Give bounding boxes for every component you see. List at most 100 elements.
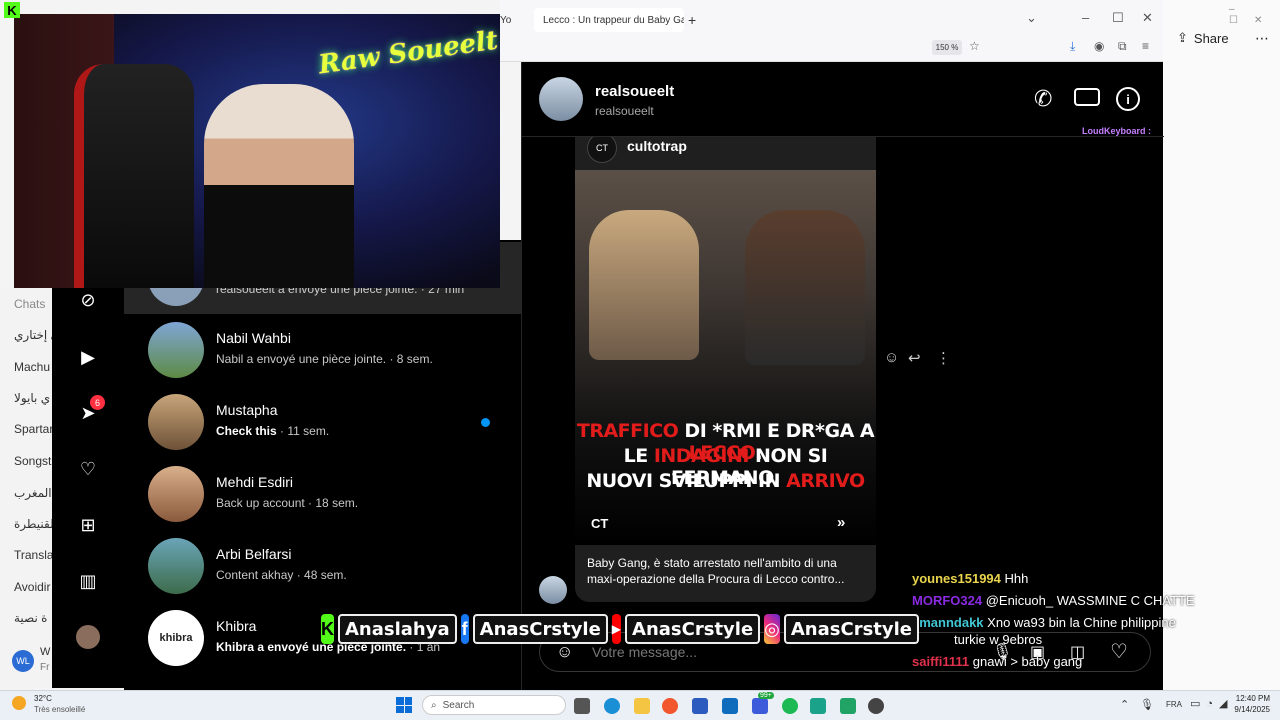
messenger-icon[interactable]: ➤ 6 <box>76 395 105 425</box>
webcam-overlay: Raw Soueelt <box>14 14 500 288</box>
app-icon[interactable]: 99+ <box>752 692 774 714</box>
left-extra-label: W <box>40 646 51 658</box>
new-tab-icon[interactable]: + <box>688 8 696 32</box>
react-emoji-icon[interactable]: ☺ <box>884 349 899 366</box>
like-heart-icon[interactable]: ♡ <box>1110 639 1128 664</box>
conversation-name[interactable]: realsoueelt <box>595 83 674 100</box>
window-controls[interactable]: –☐✕ <box>1229 4 1280 26</box>
weather-temp[interactable]: 32°C <box>34 694 52 703</box>
left-chat-item[interactable]: Spartar <box>14 422 53 436</box>
file-explorer-icon[interactable] <box>634 698 650 714</box>
chat-name: Nabil Wahbi <box>216 330 291 346</box>
post-author[interactable]: cultotrap <box>627 138 687 154</box>
video-call-icon[interactable] <box>1074 88 1100 106</box>
post-headline-line: NUOVI SVILUPPI IN ARRIVO <box>586 470 865 492</box>
next-arrow-icon[interactable]: » <box>837 514 845 531</box>
left-chat-item[interactable]: Avoidir <box>14 580 50 594</box>
weather-sun-icon[interactable] <box>12 696 26 710</box>
maximize-icon[interactable]: ☐ <box>1112 10 1124 26</box>
bookmark-star-icon[interactable]: ☆ <box>969 39 980 53</box>
task-view-icon[interactable] <box>574 698 590 714</box>
close-window-icon[interactable]: ✕ <box>1142 10 1153 26</box>
app-icon[interactable] <box>810 698 826 714</box>
streamer <box>204 84 354 288</box>
chats-header: Chats <box>14 297 46 311</box>
reels-icon[interactable]: ▶ <box>76 345 100 369</box>
browser-tab[interactable]: Yo <box>500 8 520 32</box>
download-icon[interactable]: ⤓ <box>1070 39 1075 54</box>
dashboard-icon[interactable]: ▥ <box>76 569 100 593</box>
post-image[interactable]: TRAFFICO DI *RMI E DR*GA A LECCO: LE IND… <box>575 170 876 545</box>
windows-start-icon[interactable] <box>396 697 412 713</box>
extensions-icon[interactable]: ⧉ <box>1118 39 1127 54</box>
language-indicator[interactable]: FRA <box>1166 700 1182 709</box>
firefox-icon[interactable] <box>662 698 678 714</box>
person-image <box>745 210 865 365</box>
weather-desc[interactable]: Très ensoleillé <box>34 705 85 714</box>
explore-icon[interactable]: ⊘ <box>76 288 100 312</box>
chat-name: Mehdi Esdiri <box>216 474 294 490</box>
profile-avatar[interactable] <box>76 625 100 649</box>
menu-icon[interactable]: ≡ <box>1142 39 1149 53</box>
chat-name: Mustapha <box>216 402 278 418</box>
avatar <box>148 538 204 594</box>
chat-preview-time: · 11 sem. <box>276 424 330 438</box>
chat-text: gnawi > baby gang <box>972 654 1083 669</box>
sender-avatar <box>539 576 567 604</box>
left-chat-item[interactable]: ي بايولا <box>14 391 50 405</box>
facebook-handle: AnasCrstyle <box>472 614 608 644</box>
left-chat-item[interactable]: Translat <box>14 548 57 562</box>
mic-tray-icon[interactable]: 🎙 <box>1140 698 1154 711</box>
left-chat-item[interactable]: لقنيطرة <box>14 517 54 531</box>
chat-text: turkie w 9ebros <box>954 632 1043 647</box>
facebook-icon: f <box>460 614 469 644</box>
chatgpt-icon[interactable] <box>868 698 884 714</box>
clock-time[interactable]: 12:40 PM <box>1226 694 1270 703</box>
chat-row[interactable]: Mehdi Esdiri Back up account · 18 sem. <box>124 458 521 530</box>
outlook-icon[interactable] <box>722 698 738 714</box>
avatar[interactable] <box>539 77 583 121</box>
share-label: Share <box>1193 30 1229 46</box>
left-chat-item[interactable]: Songst <box>14 454 51 468</box>
tray-chevron-icon[interactable]: ⌃ <box>1120 698 1129 711</box>
heart-icon[interactable]: ♡ <box>76 457 100 481</box>
chat-user: ymanndakk <box>912 615 984 630</box>
message-placeholder: Votre message... <box>592 644 698 660</box>
spotify-icon[interactable] <box>782 698 798 714</box>
clock-date[interactable]: 9/14/2025 <box>1226 705 1270 714</box>
reply-icon[interactable]: ↩ <box>908 349 921 367</box>
store-icon[interactable] <box>692 698 708 714</box>
left-chat-item[interactable]: المغرب <box>14 486 52 500</box>
browser-tab-active[interactable]: Lecco : Un trappeur du Baby Ga ✕ <box>534 8 684 32</box>
kick-handle: Anaslahya <box>338 614 457 644</box>
edge-icon[interactable] <box>604 698 620 714</box>
chat-row[interactable]: Arbi Belfarsi Content akhay · 48 sem. <box>124 530 521 602</box>
info-icon[interactable]: i <box>1116 87 1140 111</box>
minimize-icon[interactable]: – <box>1082 10 1089 25</box>
more-options-icon[interactable]: ⋯ <box>1255 30 1269 47</box>
account-icon[interactable]: ◉ <box>1094 39 1104 53</box>
share-icon: ⇪ <box>1177 30 1188 45</box>
chat-row[interactable]: Nabil Wahbi Nabil a envoyé une pièce joi… <box>124 314 521 386</box>
chat-name: Khibra <box>216 618 257 634</box>
avatar[interactable]: WL <box>12 650 34 672</box>
left-chat-item[interactable]: ة نصية <box>14 611 47 625</box>
create-post-icon[interactable]: ⊞ <box>76 513 100 537</box>
shared-post[interactable]: CT cultotrap TRAFFICO DI *RMI E DR*GA A … <box>575 137 876 602</box>
tab-list-chevron-icon[interactable]: ⌄ <box>1026 10 1037 26</box>
left-chat-item[interactable]: Machu <box>14 360 50 374</box>
chat-text: Xno wa93 bin la Chine philippine <box>987 615 1176 630</box>
stream-chat-message: ymanndakk Xno wa93 bin la Chine philippi… <box>912 615 1176 630</box>
taskbar-search[interactable]: ⌕ Search <box>422 695 566 715</box>
chat-preview-bold: Check this <box>216 424 277 438</box>
phone-icon[interactable]: ✆ <box>1034 86 1052 112</box>
more-options-icon[interactable]: ⋮ <box>936 349 951 367</box>
avatar: khibra <box>148 610 204 666</box>
loudkeyboard-label: LoudKeyboard : <box>1082 126 1151 136</box>
instagram-icon: ◎ <box>764 614 780 644</box>
excel-icon[interactable] <box>840 698 856 714</box>
share-button[interactable]: ⇪ Share <box>1177 30 1229 46</box>
chat-row[interactable]: Mustapha Check this · 11 sem. <box>124 386 521 458</box>
zoom-level[interactable]: 150 % <box>932 40 962 55</box>
chat-text: @Enicuoh_ WASSMINE C CHATTE <box>985 593 1195 608</box>
